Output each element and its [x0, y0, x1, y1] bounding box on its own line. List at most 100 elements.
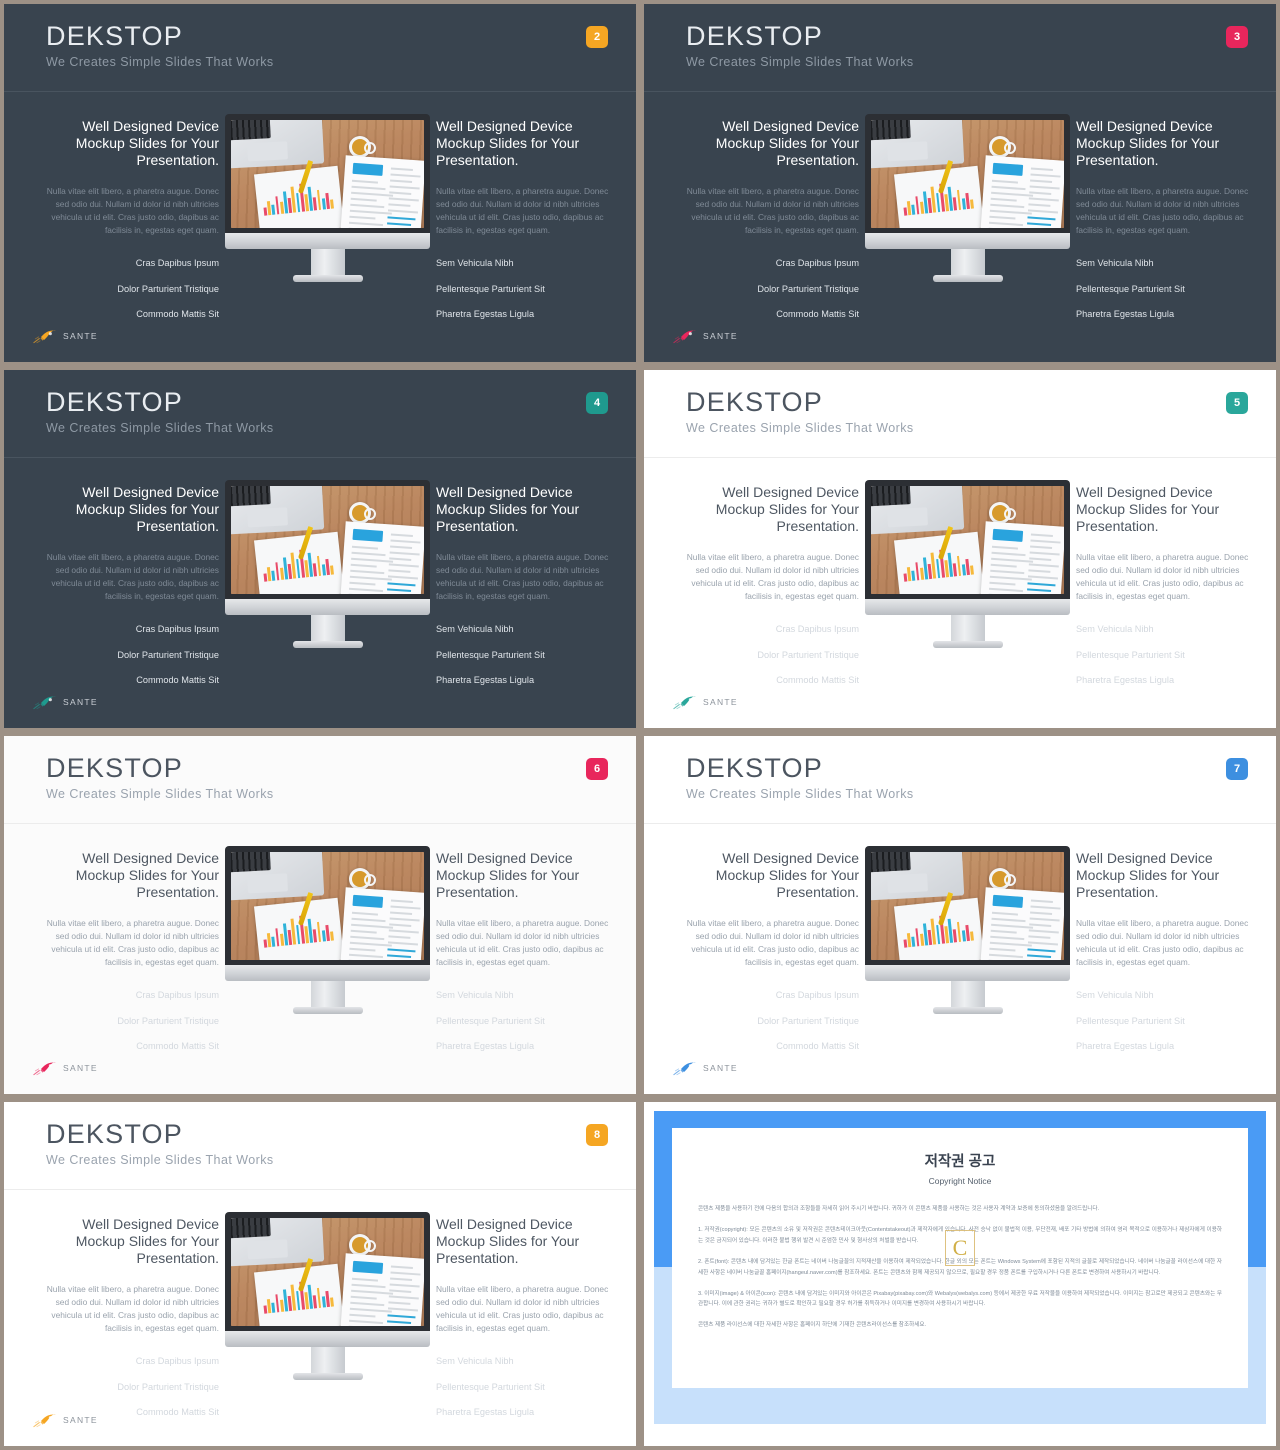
left-paragraph: Nulla vitae elit libero, a pharetra augu…: [46, 552, 219, 602]
list-item: Pharetra Egestas Ligula: [436, 308, 535, 319]
slide-5[interactable]: DEKSTOP We Creates Simple Slides That Wor…: [640, 366, 1280, 732]
brand-logo[interactable]: SANTE: [32, 694, 98, 710]
bar-chart-graphic: [261, 179, 334, 216]
monitor-bezel: [225, 114, 430, 233]
list-item: Cras Dapibus Ipsum: [775, 990, 859, 1001]
list-item: Commodo Mattis Sit: [776, 1040, 859, 1051]
list-item: Pharetra Egestas Ligula: [436, 674, 535, 685]
monitor-mockup: [225, 114, 430, 282]
bar-chart-graphic: [261, 545, 334, 582]
slide-deck-grid: DEKSTOP We Creates Simple Slides That Wor…: [0, 0, 1280, 1450]
coffee-cup-icon: [989, 502, 1016, 524]
list-item: Dolor Parturient Tristique: [757, 283, 859, 294]
list-item: Pharetra Egestas Ligula: [1076, 674, 1175, 685]
list-item: Sem Vehicula Nibh: [436, 624, 514, 635]
right-heading: Well Designed Device Mockup Slides for Y…: [436, 850, 580, 901]
left-paragraph: Nulla vitae elit libero, a pharetra augu…: [46, 1284, 219, 1334]
report-document: [340, 521, 424, 594]
monitor-bezel: [865, 846, 1070, 965]
slide-8[interactable]: DEKSTOP We Creates Simple Slides That Wor…: [0, 1098, 640, 1450]
slide-header: DEKSTOP We Creates Simple Slides That Wor…: [4, 1102, 636, 1190]
left-paragraph: Nulla vitae elit libero, a pharetra augu…: [46, 918, 219, 968]
slide-header: DEKSTOP We Creates Simple Slides That Wor…: [644, 736, 1276, 824]
copyright-watermark-icon: C: [945, 1229, 975, 1266]
left-column: Well Designed Device Mockup Slides for Y…: [34, 112, 225, 335]
list-item: Commodo Mattis Sit: [136, 1040, 219, 1051]
right-column: Well Designed Device Mockup Slides for Y…: [430, 478, 621, 701]
brand-name: SANTE: [63, 1063, 98, 1073]
copyright-subtitle: Copyright Notice: [928, 1176, 992, 1186]
rocket-icon: [673, 330, 696, 344]
right-list: Sem Vehicula Nibh Pellentesque Parturient…: [436, 259, 621, 319]
rocket-icon: [673, 696, 696, 710]
left-heading: Well Designed Device Mockup Slides for Y…: [715, 850, 859, 901]
left-column: Well Designed Device Mockup Slides for Y…: [34, 844, 225, 1067]
monitor-stand: [310, 981, 345, 1007]
brand-name: SANTE: [703, 1063, 738, 1073]
list-item: Pharetra Egestas Ligula: [1076, 308, 1175, 319]
copyright-title: 저작권 공고: [924, 1154, 996, 1170]
right-list: Sem Vehicula Nibh Pellentesque Parturient…: [436, 991, 621, 1051]
desk-photo: [231, 852, 424, 960]
brand-logo[interactable]: SANTE: [672, 328, 738, 344]
list-item: Commodo Mattis Sit: [776, 308, 859, 319]
list-item: Pellentesque Parturient Sit: [1076, 283, 1185, 294]
blue-tag-graphic: [992, 162, 1024, 176]
page-title: DEKSTOP: [686, 387, 823, 417]
slide-number-badge: 4: [586, 392, 608, 414]
monitor-bezel: [225, 846, 430, 965]
list-item: Pharetra Egestas Ligula: [436, 1040, 535, 1051]
slide-4[interactable]: DEKSTOP We Creates Simple Slides That Wor…: [0, 366, 640, 732]
page-title: DEKSTOP: [46, 21, 183, 51]
left-paragraph: Nulla vitae elit libero, a pharetra augu…: [686, 186, 859, 236]
center-mockup-column: [225, 1210, 430, 1380]
brand-logo[interactable]: SANTE: [672, 694, 738, 710]
monitor-bezel: [865, 114, 1070, 233]
monitor-stand: [310, 1347, 345, 1373]
left-list: Cras Dapibus Ipsum Dolor Parturient Trist…: [674, 259, 859, 319]
desk-photo: [871, 486, 1064, 594]
brand-logo[interactable]: SANTE: [672, 1060, 738, 1076]
brand-logo[interactable]: SANTE: [32, 328, 98, 344]
list-item: Pharetra Egestas Ligula: [1076, 1040, 1175, 1051]
slide-3[interactable]: DEKSTOP We Creates Simple Slides That Wor…: [640, 0, 1280, 366]
brand-logo[interactable]: SANTE: [32, 1412, 98, 1428]
monitor-screen: [231, 486, 424, 594]
list-item: Cras Dapibus Ipsum: [775, 624, 859, 635]
slide-2[interactable]: DEKSTOP We Creates Simple Slides That Wor…: [0, 0, 640, 366]
left-paragraph: Nulla vitae elit libero, a pharetra augu…: [46, 186, 219, 236]
list-item: Pellentesque Parturient Sit: [1076, 1015, 1185, 1026]
list-item: Cras Dapibus Ipsum: [775, 258, 859, 269]
brand-name: SANTE: [63, 697, 98, 707]
monitor-stand: [950, 615, 985, 641]
monitor-chin: [225, 599, 430, 615]
left-column: Well Designed Device Mockup Slides for Y…: [674, 478, 865, 701]
right-column: Well Designed Device Mockup Slides for Y…: [1070, 478, 1261, 701]
list-item: Sem Vehicula Nibh: [436, 258, 514, 269]
brand-logo[interactable]: SANTE: [32, 1060, 98, 1076]
copyright-body: 콘텐츠 제품을 사용하기 전에 다음의 합의과 조항들을 자세히 읽어 주시기 …: [698, 1204, 1222, 1331]
right-list: Sem Vehicula Nibh Pellentesque Parturient…: [1076, 991, 1261, 1051]
slide-header: DEKSTOP We Creates Simple Slides That Wor…: [644, 4, 1276, 92]
list-item: Pharetra Egestas Ligula: [436, 1406, 535, 1417]
list-item: Pellentesque Parturient Sit: [436, 283, 545, 294]
list-item: Pellentesque Parturient Sit: [1076, 649, 1185, 660]
slide-6[interactable]: DEKSTOP We Creates Simple Slides That Wor…: [0, 732, 640, 1098]
right-column: Well Designed Device Mockup Slides for Y…: [1070, 844, 1261, 1067]
slide-copyright-notice[interactable]: 저작권 공고 Copyright Notice 콘텐츠 제품을 사용하기 전에 다음…: [640, 1098, 1280, 1450]
left-list: Cras Dapibus Ipsum Dolor Parturient Trist…: [34, 259, 219, 319]
chart-document: [893, 165, 985, 228]
right-heading: Well Designed Device Mockup Slides for Y…: [1076, 850, 1220, 901]
page-title: DEKSTOP: [686, 21, 823, 51]
slide-7[interactable]: DEKSTOP We Creates Simple Slides That Wor…: [640, 732, 1280, 1098]
left-heading: Well Designed Device Mockup Slides for Y…: [715, 118, 859, 169]
monitor-screen: [231, 852, 424, 960]
list-item: Cras Dapibus Ipsum: [135, 624, 219, 635]
chart-document: [253, 165, 345, 228]
left-list: Cras Dapibus Ipsum Dolor Parturient Trist…: [674, 625, 859, 685]
monitor-bezel: [865, 480, 1070, 599]
list-item: Dolor Parturient Tristique: [117, 1381, 219, 1392]
rocket-icon: [33, 1062, 56, 1076]
page-subtitle: We Creates Simple Slides That Works: [46, 421, 274, 436]
monitor-chin: [225, 965, 430, 981]
